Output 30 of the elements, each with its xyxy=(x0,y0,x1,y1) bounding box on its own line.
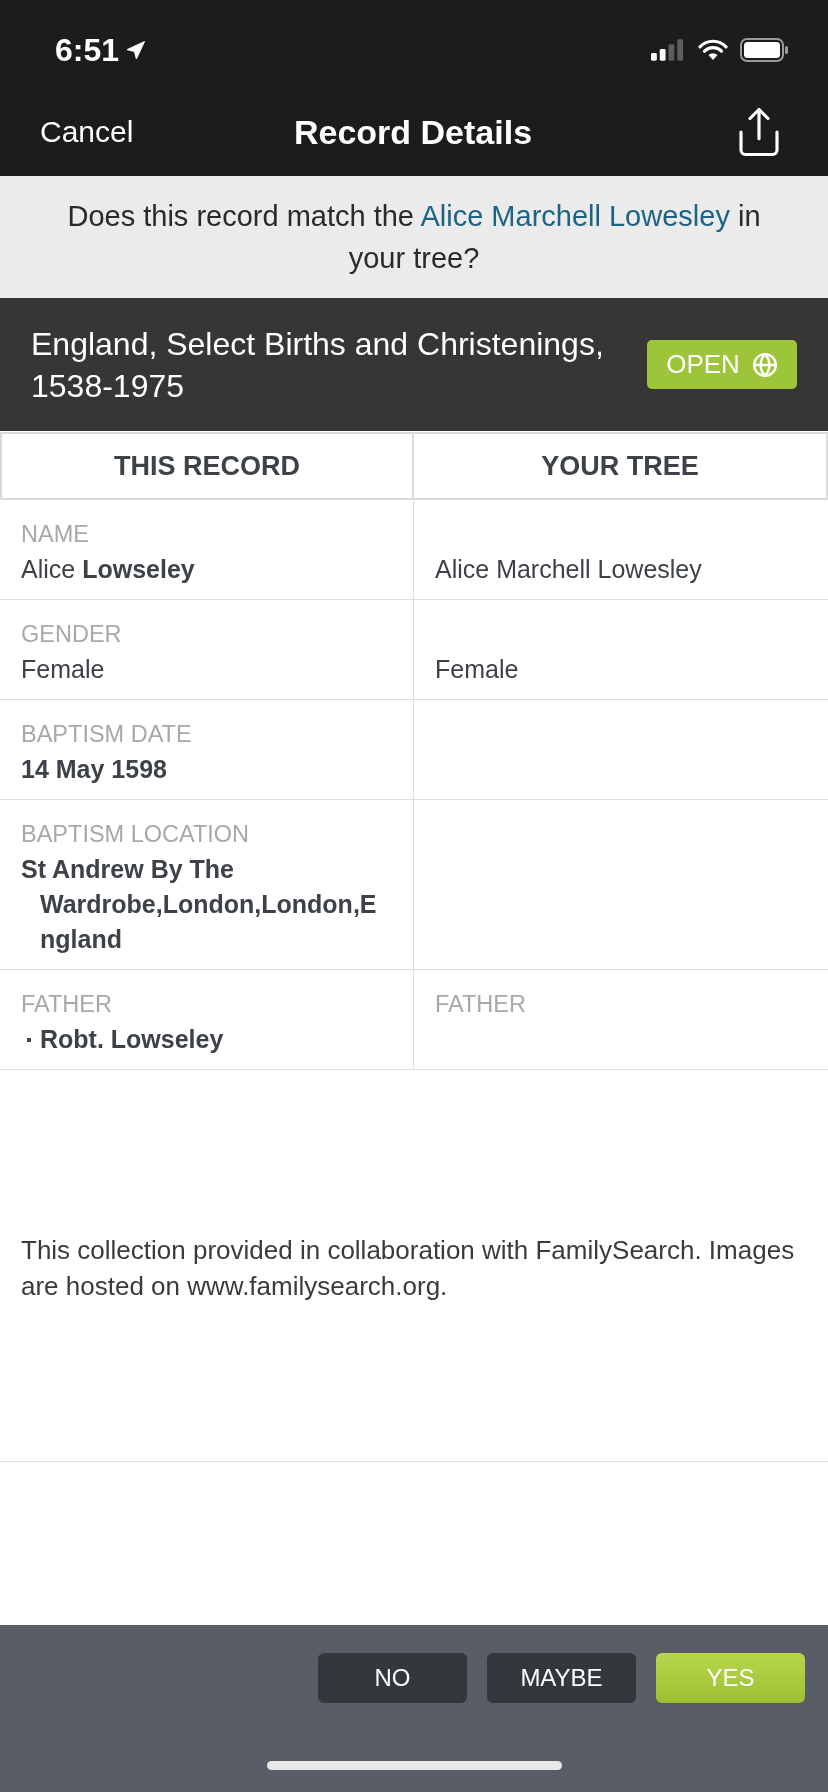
field-value: Female xyxy=(21,654,105,685)
field-value: Alice Lowseley xyxy=(21,554,195,585)
field-label: BAPTISM LOCATION xyxy=(21,820,250,849)
field-label: FATHER xyxy=(21,990,112,1019)
cancel-button[interactable]: Cancel xyxy=(40,114,134,150)
field-label: GENDER xyxy=(21,620,122,649)
battery-icon xyxy=(740,38,788,62)
field-label: FATHER xyxy=(435,990,526,1019)
collection-note: This collection provided in collaboration with FamilySearch. Images are hosted on www.familysearch.org. xyxy=(20,1234,796,1303)
location-arrow-icon xyxy=(125,39,147,61)
signal-icon xyxy=(651,39,686,61)
collection-title: England, Select Births and Christenings, 1538-1975 xyxy=(31,324,605,406)
column-header: YOUR TREE xyxy=(540,449,700,483)
answer-button[interactable]: MAYBE xyxy=(487,1653,636,1703)
field-value: Female xyxy=(435,654,519,685)
match-prompt: Does this record match the Alice Marchell Lowesley in your tree? xyxy=(66,199,762,276)
field-value: St Andrew By The Wardrobe,London,London,England xyxy=(21,854,377,955)
page-title: Record Details xyxy=(293,112,533,152)
person-link[interactable]: Alice Marchell Lowesley xyxy=(420,200,730,232)
field-value: 14 May 1598 xyxy=(21,754,168,785)
column-header: THIS RECORD xyxy=(2,434,414,498)
wifi-icon xyxy=(698,39,728,61)
status-time: 6:51 xyxy=(55,32,120,68)
list-item: Robt. Lowseley xyxy=(40,1024,224,1055)
field-label: BAPTISM DATE xyxy=(21,720,192,749)
globe-icon xyxy=(751,351,778,378)
field-value: Alice Marchell Lowesley xyxy=(435,554,702,585)
bullet-icon xyxy=(27,1037,31,1042)
field-label: NAME xyxy=(21,520,89,549)
answer-button[interactable]: NO xyxy=(318,1653,467,1703)
